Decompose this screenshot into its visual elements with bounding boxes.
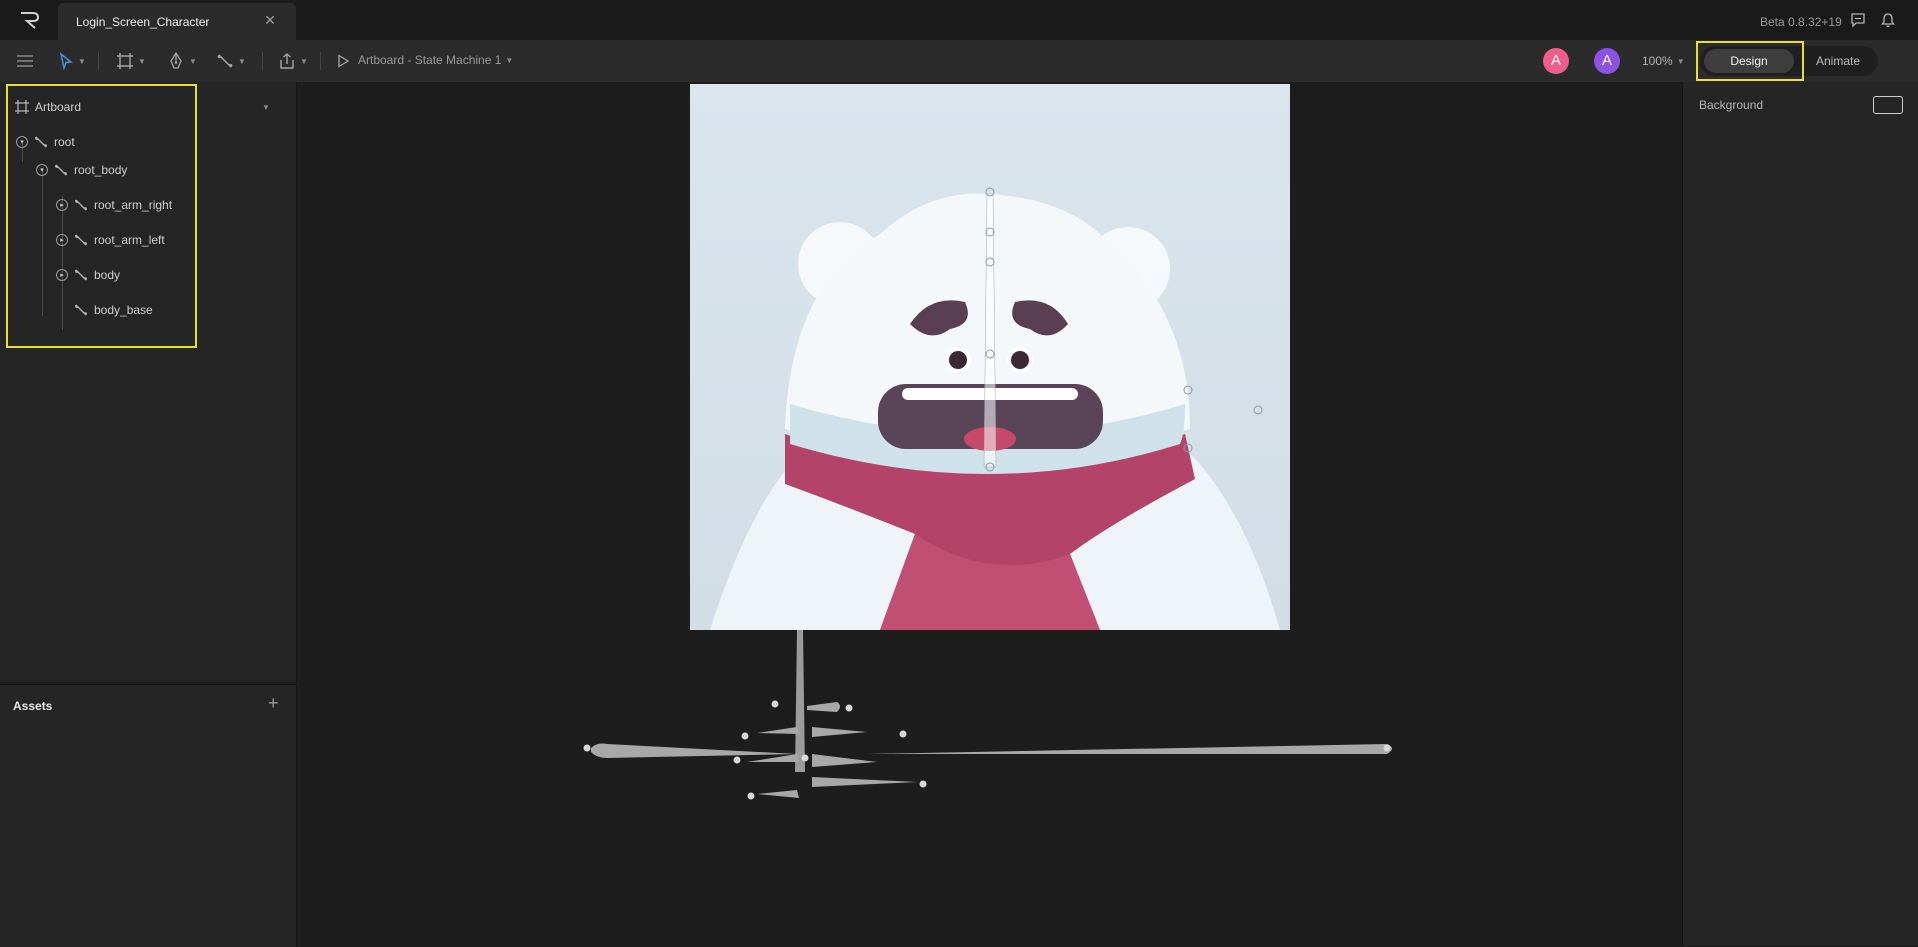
- zoom-label: 100%: [1642, 54, 1673, 68]
- close-icon[interactable]: ✕: [262, 12, 278, 28]
- toolbar-divider: [320, 52, 321, 70]
- bone-spine: [795, 630, 805, 772]
- bone-joint: [747, 792, 755, 800]
- comment-icon[interactable]: [1850, 12, 1866, 28]
- pupil-right: [1011, 351, 1029, 369]
- pen-tool-button[interactable]: ▼: [167, 51, 197, 71]
- chevron-down-icon: ▼: [1676, 56, 1685, 66]
- artboard[interactable]: [690, 84, 1290, 630]
- assets-panel: Assets +: [0, 684, 297, 947]
- character-illustration: [710, 187, 1280, 630]
- title-bar: Login_Screen_Character ✕ Beta 0.8.32+19: [0, 0, 1918, 40]
- artboard-icon: [117, 53, 133, 69]
- artboard-tool-button[interactable]: ▼: [116, 51, 146, 71]
- highlight-box: [1696, 41, 1804, 81]
- bell-icon[interactable]: [1880, 12, 1896, 28]
- background-label: Background: [1699, 98, 1764, 112]
- rive-logo-icon[interactable]: [18, 10, 42, 30]
- pen-icon: [170, 52, 182, 69]
- collaborator-avatar[interactable]: A: [1594, 48, 1620, 74]
- play-icon[interactable]: [336, 54, 350, 68]
- add-icon[interactable]: +: [268, 693, 284, 713]
- cursor-icon: [59, 52, 73, 70]
- bone-joint: [733, 756, 741, 764]
- toolbar-divider: [262, 52, 263, 70]
- select-tool-button[interactable]: ▼: [58, 51, 86, 71]
- bone: [757, 727, 799, 734]
- bone-arm-right: [867, 744, 1392, 754]
- collaborator-avatar[interactable]: A: [1543, 48, 1569, 74]
- bone-joint: [801, 754, 809, 762]
- bone-joint: [771, 700, 779, 708]
- menu-icon[interactable]: [16, 51, 34, 71]
- canvas-stage[interactable]: [297, 82, 1681, 946]
- bone-rig-overlay: [583, 630, 1392, 800]
- bone: [807, 702, 840, 712]
- pupil-left: [949, 351, 967, 369]
- document-tab[interactable]: Login_Screen_Character ✕: [58, 3, 296, 40]
- assets-title: Assets: [13, 699, 53, 713]
- highlight-box: [6, 84, 197, 348]
- bone-joint: [583, 744, 591, 752]
- bone-joint: [741, 732, 749, 740]
- export-icon: [280, 53, 294, 69]
- state-machine-selector[interactable]: Artboard - State Machine 1 ▼: [358, 53, 513, 67]
- bone-joint: [919, 780, 927, 788]
- toolbar-divider: [98, 52, 99, 70]
- inspector-panel: Background: [1682, 82, 1918, 946]
- version-label: Beta 0.8.32+19: [1760, 15, 1842, 29]
- chevron-down-icon: ▼: [189, 56, 197, 66]
- bone-joint: [845, 704, 853, 712]
- bone-tool-button[interactable]: ▼: [216, 51, 246, 71]
- chevron-down-icon: ▼: [238, 56, 246, 66]
- bone-icon: [217, 54, 233, 68]
- toolbar: ▼ ▼ ▼ ▼ ▼ Artboard - State Machine 1 ▼ A…: [0, 40, 1918, 83]
- chevron-down-icon[interactable]: ▼: [262, 103, 270, 112]
- bone-joint: [899, 730, 907, 738]
- bone-joint: [1383, 744, 1391, 752]
- chevron-down-icon: ▼: [78, 56, 86, 66]
- zoom-selector[interactable]: 100% ▼: [1642, 54, 1685, 68]
- animate-mode-button[interactable]: Animate: [1800, 49, 1876, 73]
- bone: [812, 727, 867, 737]
- export-tool-button[interactable]: ▼: [278, 51, 308, 71]
- bone: [747, 754, 799, 762]
- bone-joint: [1253, 405, 1263, 415]
- background-color-swatch[interactable]: [1873, 96, 1903, 114]
- bone: [757, 790, 799, 798]
- chevron-down-icon: ▼: [505, 55, 514, 65]
- state-machine-label: Artboard - State Machine 1: [358, 53, 502, 67]
- document-tab-label: Login_Screen_Character: [76, 15, 210, 29]
- bone: [812, 754, 877, 767]
- chevron-down-icon: ▼: [138, 56, 146, 66]
- bone-arm-left: [591, 743, 797, 758]
- chevron-down-icon: ▼: [300, 56, 308, 66]
- bone: [812, 777, 917, 787]
